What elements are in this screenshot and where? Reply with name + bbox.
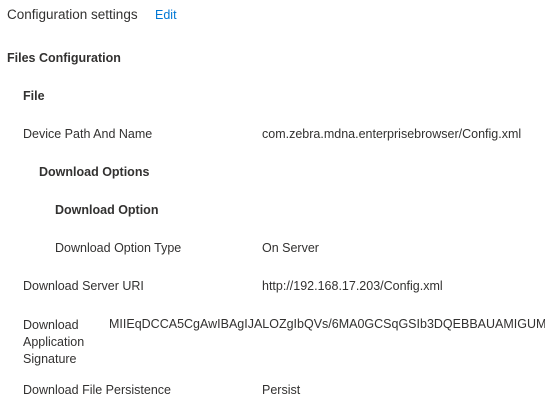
download-app-signature-value: MIIEqDCCA5CgAwIBAgIJALOZgIbQVs/6MA0GCSqG… [109, 317, 545, 331]
edit-link[interactable]: Edit [155, 8, 177, 22]
section-heading-file: File [23, 89, 45, 103]
download-file-persistence-value: Persist [262, 383, 301, 397]
section-heading-download-option: Download Option [55, 203, 159, 217]
download-option-type-label: Download Option Type [55, 241, 182, 255]
download-option-type-value: On Server [262, 241, 319, 255]
download-server-uri-value: http://192.168.17.203/Config.xml [262, 279, 443, 293]
device-path-label: Device Path And Name [23, 127, 153, 141]
section-heading-download-options: Download Options [39, 165, 150, 179]
download-app-signature-label: Download Application Signature [23, 318, 85, 366]
section-heading-files-configuration: Files Configuration [7, 51, 121, 65]
download-file-persistence-label: Download File Persistence [23, 383, 171, 397]
page-title: Configuration settings [7, 7, 138, 22]
download-server-uri-label: Download Server URI [23, 279, 144, 293]
device-path-value: com.zebra.mdna.enterprisebrowser/Config.… [262, 127, 522, 141]
